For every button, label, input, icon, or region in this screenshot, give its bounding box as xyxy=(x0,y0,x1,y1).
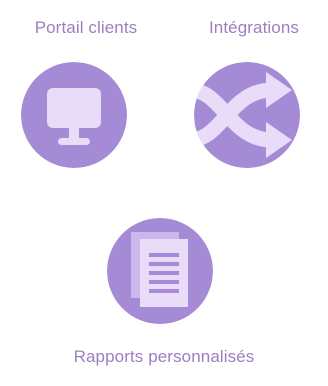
feature-label-portail-clients: Portail clients xyxy=(34,18,138,37)
shuffle-arrows-icon xyxy=(194,62,300,168)
feature-circle-rapports xyxy=(107,218,213,324)
feature-label-rapports-personnalises: Rapports personnalisés xyxy=(73,347,255,366)
monitor-icon xyxy=(21,62,127,168)
document-icon xyxy=(107,218,213,324)
feature-label-integrations: Intégrations xyxy=(208,18,300,37)
feature-circle-integrations xyxy=(194,62,300,168)
feature-circle-portail-clients xyxy=(21,62,127,168)
